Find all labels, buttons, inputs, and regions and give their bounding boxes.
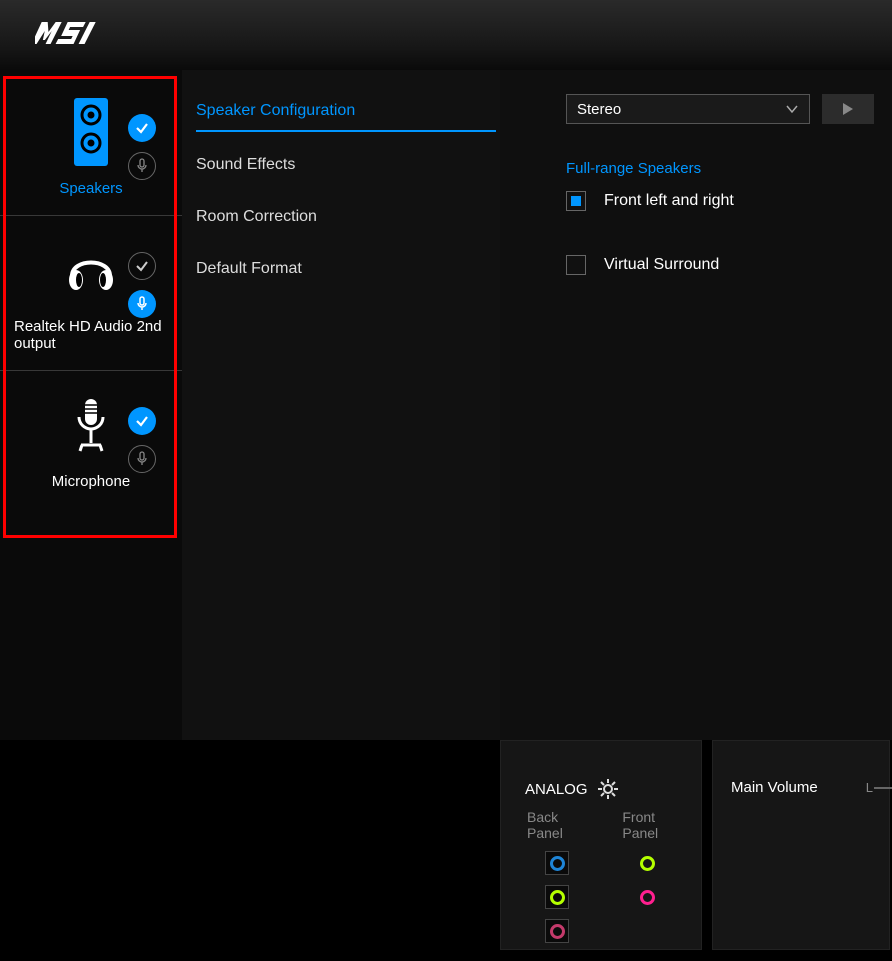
mic-assign-icon[interactable] [128, 445, 156, 473]
section-full-range: Full-range Speakers [566, 160, 892, 177]
checkbox-front-lr[interactable] [566, 191, 586, 211]
main-volume-label: Main Volume [731, 779, 818, 796]
sidebar-device-microphone[interactable]: Microphone [0, 371, 182, 508]
checkbox-label: Front left and right [604, 192, 734, 210]
analog-title: ANALOG [525, 781, 588, 798]
device-label: Speakers [8, 180, 174, 197]
chevron-down-icon [785, 104, 799, 114]
headphones-icon [66, 248, 116, 292]
device-label: Microphone [8, 473, 174, 490]
tab-speaker-configuration[interactable]: Speaker Configuration [196, 92, 496, 132]
select-value: Stereo [577, 101, 621, 118]
checkbox-row-front-lr[interactable]: Front left and right [566, 191, 892, 211]
device-label: Realtek HD Audio 2nd output [8, 318, 174, 352]
analog-panel: ANALOG Back Panel Front Panel [500, 740, 702, 950]
front-panel-label: Front Panel [622, 809, 683, 841]
gear-icon[interactable] [598, 779, 618, 799]
main-volume-panel: Main Volume L [712, 740, 890, 950]
play-icon [842, 102, 854, 116]
channel-letter: L [866, 780, 873, 795]
back-panel-jacks [545, 851, 569, 943]
front-panel-jacks [635, 851, 659, 943]
content-pane: Stereo Full-range Speakers Front left an… [500, 70, 892, 740]
tab-default-format[interactable]: Default Format [196, 250, 500, 288]
sidebar-device-realtek[interactable]: Realtek HD Audio 2nd output [0, 216, 182, 371]
microphone-icon [74, 397, 108, 453]
jack-back-3[interactable] [545, 919, 569, 943]
tab-sound-effects[interactable]: Sound Effects [196, 146, 500, 184]
checkbox-row-virtual[interactable]: Virtual Surround [566, 255, 892, 275]
app-header [0, 0, 892, 70]
play-test-button[interactable] [822, 94, 874, 124]
volume-slider-fragment[interactable] [874, 787, 892, 789]
device-sidebar: Speakers [0, 70, 182, 740]
speaker-config-select[interactable]: Stereo [566, 94, 810, 124]
settings-tabs: Speaker Configuration Sound Effects Room… [182, 70, 500, 740]
checkbox-label: Virtual Surround [604, 256, 719, 274]
sidebar-device-speakers[interactable]: Speakers [0, 70, 182, 216]
jack-back-2[interactable] [545, 885, 569, 909]
mic-assign-icon[interactable] [128, 152, 156, 180]
jack-back-1[interactable] [545, 851, 569, 875]
default-check-icon[interactable] [128, 407, 156, 435]
default-check-icon[interactable] [128, 252, 156, 280]
default-check-icon[interactable] [128, 114, 156, 142]
jack-front-1[interactable] [635, 851, 659, 875]
back-panel-label: Back Panel [527, 809, 586, 841]
speaker-icon [74, 98, 108, 166]
checkbox-virtual-surround[interactable] [566, 255, 586, 275]
tab-room-correction[interactable]: Room Correction [196, 198, 500, 236]
jack-front-2[interactable] [635, 885, 659, 909]
mic-assign-icon[interactable] [128, 290, 156, 318]
msi-logo [35, 18, 127, 48]
